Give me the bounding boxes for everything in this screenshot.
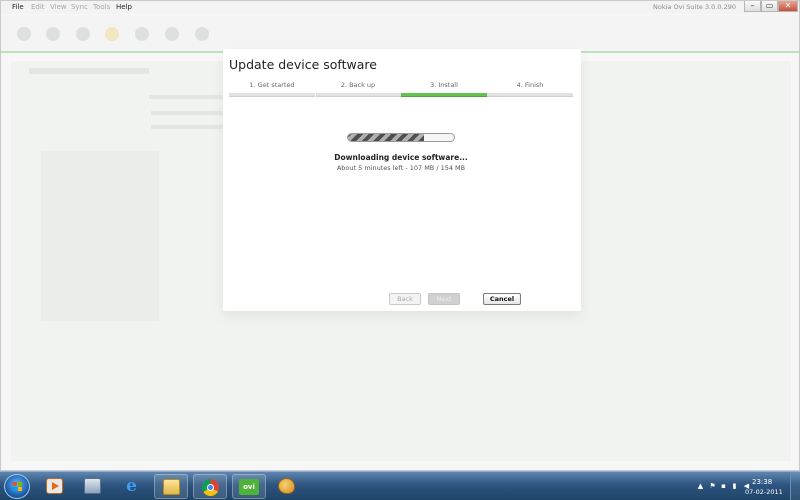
step-finish: 4. Finish [516,81,544,89]
menu-file[interactable]: File [12,3,24,11]
download-progress-bar [347,133,455,142]
step-get-started: 1. Get started [249,81,295,89]
step-install: 3. Install [430,81,458,89]
taskbar-chrome[interactable] [193,474,227,499]
menu-view[interactable]: View [50,3,67,11]
taskbar-internet-explorer[interactable]: e [115,474,149,499]
taskbar-calculator[interactable] [76,474,110,499]
download-status-detail: About 5 minutes left - 107 MB / 154 MB [336,164,466,172]
menu-tools[interactable]: Tools [93,3,110,11]
internet-explorer-icon: e [126,476,137,496]
calculator-icon [84,478,101,494]
step-bar-back-up [316,93,401,97]
taskbar-media-player[interactable] [38,474,72,499]
security-flag-icon[interactable]: ⚑ [708,482,717,491]
download-status-title: Downloading device software... [334,153,468,162]
taskbar-ovi-suite[interactable]: ovi [232,474,266,499]
ovi-suite-icon: ovi [239,479,259,495]
music-icon [135,27,149,41]
step-bar-install [401,93,487,97]
store-icon [195,27,209,41]
network-icon[interactable]: ▮ [730,482,739,491]
contacts-icon [46,27,60,41]
background-heading [29,68,149,74]
chrome-icon [202,479,219,496]
start-button[interactable] [4,474,30,499]
update-software-dialog: Update device software 1. Get started 2.… [223,49,581,311]
home-icon [17,27,31,41]
monitor-icon[interactable]: ▪ [719,482,728,491]
background-panel [41,151,159,321]
paint-icon [278,478,295,494]
folder-icon [163,479,180,495]
maximize-button[interactable]: ▭ [761,1,778,12]
background-toolbar [1,15,799,53]
menu-help[interactable]: Help [116,3,132,11]
taskbar-paint[interactable] [270,474,304,499]
menu-edit[interactable]: Edit [31,3,45,11]
menu-sync[interactable]: Sync [71,3,88,11]
clock-date[interactable]: 07-02-2011 [745,488,783,496]
media-player-icon [46,478,63,494]
maps-icon [165,27,179,41]
taskbar: e ovi ▲ ⚑ ▪ ▮ ◀ 23:38 07-02-2011 [0,471,800,500]
download-progress-fill [348,134,425,141]
dialog-title: Update device software [229,57,377,72]
next-button[interactable]: Next [428,293,460,305]
window-title: Nokia Ovi Suite 3.0.0.290 [653,3,736,11]
background-label [149,95,229,99]
menu-bar: File Edit View Sync Tools Help Nokia Ovi… [1,1,799,14]
close-button[interactable]: ✕ [778,1,798,12]
show-desktop-button[interactable] [790,472,800,500]
ovi-suite-window: File Edit View Sync Tools Help Nokia Ovi… [0,0,800,471]
back-button[interactable]: Back [389,293,421,305]
messages-icon [76,27,90,41]
step-bar-finish [487,93,573,97]
step-back-up: 2. Back up [340,81,376,89]
clock-time[interactable]: 23:38 [752,478,772,486]
show-hidden-icons-icon[interactable]: ▲ [696,482,705,491]
windows-logo-icon [13,482,23,492]
gallery-icon [105,27,119,41]
cancel-button[interactable]: Cancel [483,293,521,305]
minimize-button[interactable]: – [744,1,761,12]
taskbar-folder[interactable] [154,474,188,499]
step-bar-get-started [229,93,315,97]
